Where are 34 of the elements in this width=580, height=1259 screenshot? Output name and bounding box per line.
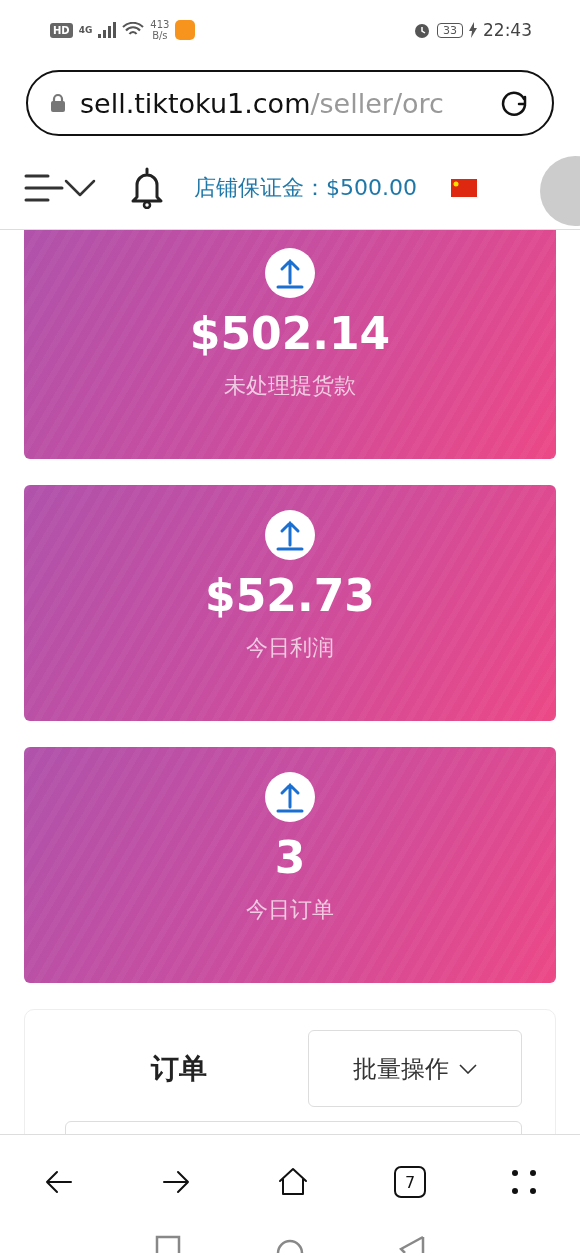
upload-icon xyxy=(265,248,315,298)
recents-icon[interactable] xyxy=(155,1235,181,1253)
alarm-icon xyxy=(413,21,431,39)
app-notification-icon xyxy=(175,20,196,40)
battery-level: 33 xyxy=(437,22,463,38)
orders-title: 订单 xyxy=(151,1050,207,1087)
url-text: sell.tiktoku1.com/seller/orc xyxy=(80,87,445,119)
stat-label: 今日订单 xyxy=(246,896,334,924)
hd-indicator: HD xyxy=(50,22,73,38)
network-type: 4G xyxy=(78,25,93,35)
upload-icon xyxy=(265,772,315,822)
signal-icon xyxy=(98,22,117,38)
upload-icon xyxy=(265,510,315,560)
address-bar[interactable]: sell.tiktoku1.com/seller/orc xyxy=(26,70,554,136)
store-deposit: 店铺保证金：$500.00 xyxy=(194,173,417,202)
speed-unit: B/s xyxy=(152,30,168,41)
stat-label: 未处理提货款 xyxy=(224,372,356,400)
back-triangle-icon[interactable] xyxy=(399,1235,425,1253)
chevron-down-icon[interactable] xyxy=(64,177,96,198)
lock-icon xyxy=(50,93,66,113)
stat-amount: $502.14 xyxy=(189,308,391,359)
chevron-down-icon xyxy=(459,1063,477,1074)
stat-amount: 3 xyxy=(274,832,306,883)
flag-icon[interactable] xyxy=(451,178,477,197)
home-icon[interactable] xyxy=(276,1166,309,1198)
tabs-button[interactable]: 7 xyxy=(394,1166,427,1198)
speed-value: 413 xyxy=(150,19,170,30)
bulk-actions-button[interactable]: 批量操作 xyxy=(308,1030,522,1107)
more-icon[interactable] xyxy=(511,1169,538,1195)
clock-time: 22:43 xyxy=(483,20,532,40)
stat-label: 今日利润 xyxy=(246,634,334,662)
charging-icon xyxy=(469,22,477,38)
stat-amount: $52.73 xyxy=(205,570,375,621)
bell-icon[interactable] xyxy=(130,166,164,209)
